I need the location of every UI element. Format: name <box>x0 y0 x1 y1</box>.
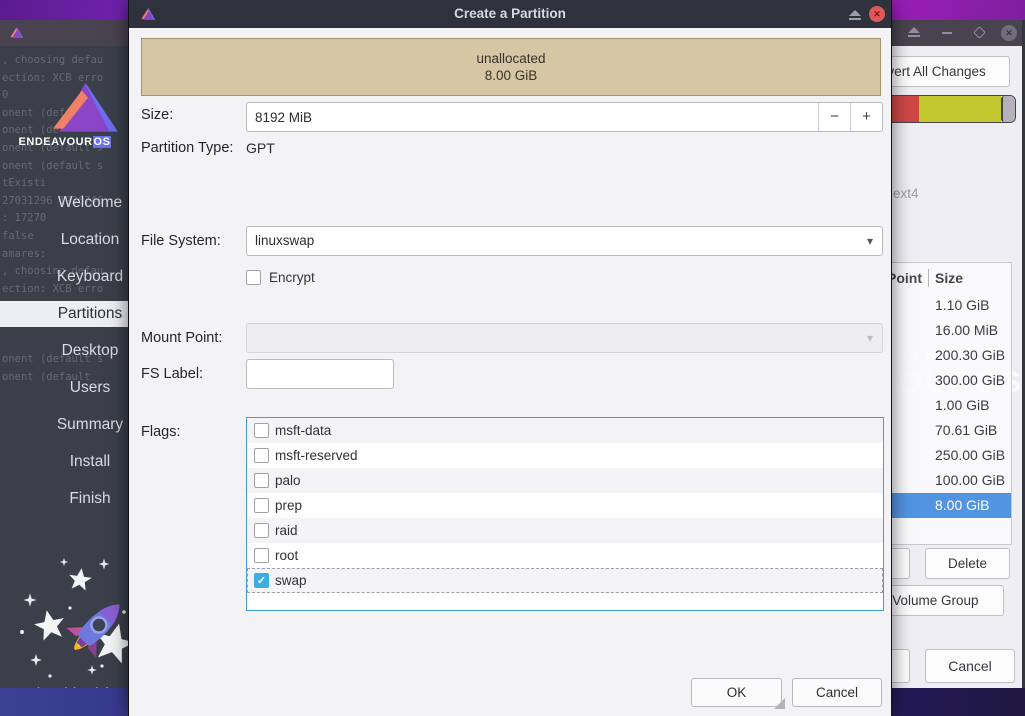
flag-label: prep <box>275 498 302 513</box>
minimize-icon[interactable] <box>938 25 956 41</box>
flag-checkbox[interactable] <box>254 498 269 513</box>
flag-row-msft-data[interactable]: msft-data <box>247 418 883 443</box>
flag-row-palo[interactable]: palo <box>247 468 883 493</box>
flag-label: raid <box>275 523 298 538</box>
delete-button[interactable]: Delete <box>925 548 1010 579</box>
size-increment-button[interactable]: + <box>850 103 882 131</box>
brand-wordmark: ENDEAVOUROS <box>0 136 130 148</box>
shade-window-icon[interactable] <box>905 25 923 41</box>
flag-checkbox[interactable] <box>254 448 269 463</box>
unallocated-label: unallocated <box>142 50 880 67</box>
endeavouros-logo <box>52 82 124 134</box>
size-spinbox[interactable]: 8192 MiB − + <box>246 102 883 132</box>
mount-point-dropdown[interactable]: ▾ <box>246 323 883 353</box>
brand-suffix: OS <box>93 136 112 148</box>
flag-label: msft-data <box>275 423 331 438</box>
cancel-button[interactable]: Cancel <box>792 678 882 707</box>
fs-legend-ext4: ext4 <box>893 186 919 201</box>
rocket-illustration <box>6 548 146 688</box>
flag-row-root[interactable]: root <box>247 543 883 568</box>
file-system-label: File System: <box>141 233 221 249</box>
resize-grip[interactable] <box>774 698 785 709</box>
close-window-icon[interactable]: ✕ <box>1000 25 1018 41</box>
chevron-down-icon: ▾ <box>867 227 873 255</box>
partition-bar-handle[interactable] <box>1001 96 1015 122</box>
mount-point-label: Mount Point: <box>141 330 222 346</box>
create-partition-dialog: Create a Partition ✕ unallocated 8.00 Gi… <box>128 0 892 716</box>
desktop: ✕ , choosing defau ection: XCB erro 0 on… <box>0 0 1025 716</box>
column-size[interactable]: Size <box>929 270 963 286</box>
ok-button[interactable]: OK <box>691 678 782 707</box>
unallocated-space-bar: unallocated 8.00 GiB <box>141 38 881 96</box>
flags-label: Flags: <box>141 424 181 440</box>
flags-list[interactable]: msft-data msft-reserved palo prep raid r… <box>246 417 884 611</box>
shade-bar <box>849 18 861 20</box>
partition-type-value: GPT <box>246 140 275 156</box>
flag-checkbox[interactable] <box>254 423 269 438</box>
close-x-glyph: ✕ <box>1001 25 1017 41</box>
partition-type-label: Partition Type: <box>141 140 233 156</box>
encrypt-label[interactable]: Encrypt <box>269 270 315 285</box>
flag-label: swap <box>275 573 307 588</box>
dialog-titlebar[interactable]: Create a Partition ✕ <box>129 0 891 28</box>
shade-triangle <box>908 27 920 33</box>
partition-bar-yellow-segment <box>919 96 1001 122</box>
encrypt-checkbox[interactable] <box>246 270 261 285</box>
maximize-square <box>973 26 986 39</box>
file-system-dropdown[interactable]: linuxswap ▾ <box>246 226 883 256</box>
flag-row-raid[interactable]: raid <box>247 518 883 543</box>
close-dialog-icon[interactable]: ✕ <box>869 6 885 22</box>
flag-checkbox[interactable] <box>254 548 269 563</box>
flag-row-prep[interactable]: prep <box>247 493 883 518</box>
background-cancel-button[interactable]: Cancel <box>925 649 1015 683</box>
flag-label: root <box>275 548 298 563</box>
endeavouros-logo-icon <box>10 26 24 39</box>
shade-window-icon[interactable] <box>847 8 863 20</box>
brand-main: ENDEAVOUR <box>19 136 93 148</box>
size-value[interactable]: 8192 MiB <box>247 110 818 125</box>
shade-bar <box>908 35 920 37</box>
fs-label-label: FS Label: <box>141 366 203 382</box>
size-label: Size: <box>141 107 173 123</box>
dialog-title: Create a Partition <box>129 0 891 28</box>
flag-checkbox-checked[interactable]: ✓ <box>254 573 269 588</box>
flag-checkbox[interactable] <box>254 473 269 488</box>
flag-row-msft-reserved[interactable]: msft-reserved <box>247 443 883 468</box>
maximize-icon[interactable] <box>970 25 988 41</box>
minimize-bar <box>942 32 952 34</box>
flag-checkbox[interactable] <box>254 523 269 538</box>
flag-label: msft-reserved <box>275 448 358 463</box>
file-system-value: linuxswap <box>255 227 314 255</box>
shade-triangle <box>849 10 861 16</box>
unallocated-size: 8.00 GiB <box>142 67 880 84</box>
fs-label-input[interactable] <box>246 359 394 389</box>
size-decrement-button[interactable]: − <box>818 103 850 131</box>
flag-label: palo <box>275 473 301 488</box>
chevron-down-icon: ▾ <box>867 324 873 352</box>
flag-row-swap[interactable]: ✓ swap <box>247 568 883 593</box>
